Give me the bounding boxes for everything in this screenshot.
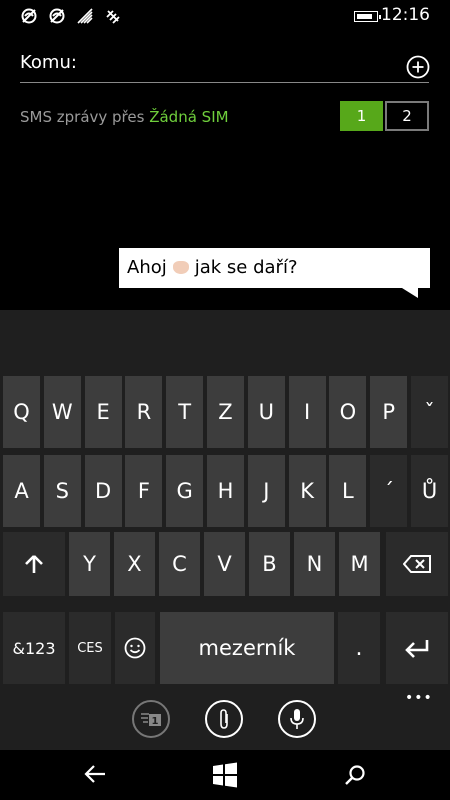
waving-hand-emoji-icon xyxy=(172,261,189,274)
keyboard: QWERTZUIOPˇ A S D F G H J K L ´ Ů YXCVBNM &123 CES… xyxy=(0,310,450,750)
wifi-icon xyxy=(77,8,93,24)
key-r[interactable]: R xyxy=(125,376,163,448)
key-s[interactable]: S xyxy=(43,455,81,527)
key-h[interactable]: H xyxy=(207,455,244,527)
to-field-label[interactable]: Komu: xyxy=(20,52,77,73)
to-field-underline[interactable] xyxy=(20,82,429,83)
key-d[interactable]: D xyxy=(84,455,122,527)
language-key[interactable]: CES xyxy=(69,612,111,684)
sim-name: Žádná SIM xyxy=(149,108,229,126)
shift-key[interactable] xyxy=(3,532,65,596)
search-icon[interactable] xyxy=(344,764,366,786)
plus-circle-icon[interactable] xyxy=(406,55,430,79)
key-ů[interactable]: Ů xyxy=(411,455,448,527)
key-l[interactable]: L xyxy=(329,455,367,527)
key-w[interactable]: W xyxy=(43,376,81,448)
more-menu-button[interactable]: ••• xyxy=(405,690,433,706)
navigation-bar xyxy=(0,750,450,800)
key-n[interactable]: N xyxy=(294,532,335,596)
key-m[interactable]: M xyxy=(339,532,380,596)
key-x[interactable]: X xyxy=(114,532,155,596)
back-icon[interactable] xyxy=(84,764,106,784)
key-a[interactable]: A xyxy=(3,455,40,527)
key-v[interactable]: V xyxy=(204,532,245,596)
key-j[interactable]: J xyxy=(247,455,285,527)
sim-info: SMS zprávy přes Žádná SIM xyxy=(20,108,229,126)
key-p[interactable]: P xyxy=(370,376,408,448)
sim-prefix: SMS zprávy přes xyxy=(20,108,145,126)
key-g[interactable]: G xyxy=(166,455,204,527)
key-e[interactable]: E xyxy=(84,376,122,448)
airplane-icon xyxy=(106,10,120,24)
sim-1-button[interactable]: 1 xyxy=(340,101,383,131)
key-u[interactable]: U xyxy=(247,376,285,448)
key-k[interactable]: K xyxy=(288,455,326,527)
key-o[interactable]: O xyxy=(329,376,367,448)
period-key[interactable]: . xyxy=(338,612,380,684)
bubble-tail xyxy=(402,288,418,298)
key-y[interactable]: Y xyxy=(69,532,110,596)
backspace-icon xyxy=(403,555,431,573)
microphone-icon xyxy=(290,709,304,729)
key-c[interactable]: C xyxy=(159,532,200,596)
sim-switch-icon: 1 xyxy=(141,713,161,727)
enter-key[interactable] xyxy=(386,612,448,684)
message-text-end: jak se daří? xyxy=(194,257,298,278)
backspace-key[interactable] xyxy=(386,532,448,596)
message-input-bubble[interactable]: Ahoj jak se daří? xyxy=(119,248,430,288)
numbers-key[interactable]: &123 xyxy=(3,612,65,684)
attach-icon xyxy=(220,709,228,729)
status-bar: 12:16 xyxy=(0,0,450,32)
key-t[interactable]: T xyxy=(166,376,204,448)
shift-arrow-icon xyxy=(25,555,43,573)
svg-text:1: 1 xyxy=(152,716,159,727)
key-q[interactable]: Q xyxy=(3,376,40,448)
clock: 12:16 xyxy=(381,5,430,25)
windows-start-icon[interactable] xyxy=(212,762,238,788)
key-i[interactable]: I xyxy=(288,376,326,448)
key-ˇ[interactable]: ˇ xyxy=(411,376,448,448)
key-z[interactable]: Z xyxy=(207,376,244,448)
battery-icon xyxy=(354,11,381,22)
key-f[interactable]: F xyxy=(125,455,163,527)
sim-2-button[interactable]: 2 xyxy=(385,101,429,131)
smiley-icon xyxy=(124,637,146,659)
key-´[interactable]: ´ xyxy=(370,455,408,527)
attach-button[interactable] xyxy=(205,700,243,738)
no-sim-icon xyxy=(49,8,65,24)
key-b[interactable]: B xyxy=(249,532,290,596)
space-key[interactable]: mezerník xyxy=(160,612,334,684)
emoji-key[interactable] xyxy=(115,612,155,684)
enter-icon xyxy=(405,640,429,658)
sim-switch-button[interactable]: 1 xyxy=(132,700,170,738)
message-text-start: Ahoj xyxy=(127,257,167,278)
no-sim-icon xyxy=(21,8,37,24)
microphone-button[interactable] xyxy=(278,700,316,738)
